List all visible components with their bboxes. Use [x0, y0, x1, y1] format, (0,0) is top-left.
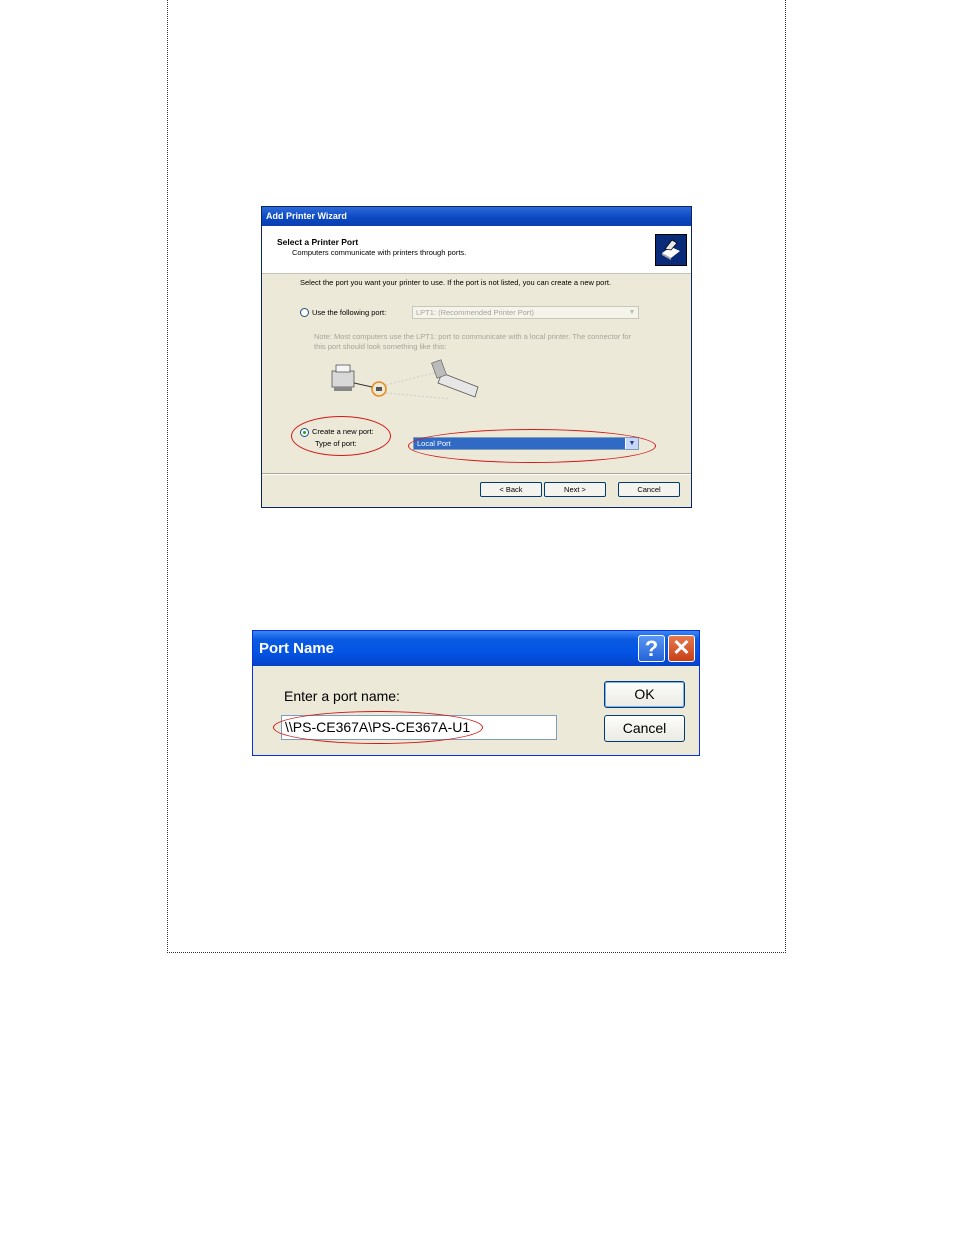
- highlight-ellipse: [408, 429, 656, 463]
- next-button[interactable]: Next >: [544, 482, 606, 497]
- highlight-ellipse: [291, 416, 391, 456]
- use-port-radio[interactable]: [300, 308, 309, 317]
- printer-wizard-icon: [655, 234, 687, 266]
- close-icon: ✕: [672, 635, 691, 660]
- help-icon: ?: [644, 636, 659, 661]
- close-button[interactable]: ✕: [668, 635, 695, 662]
- cancel-button[interactable]: Cancel: [618, 482, 680, 497]
- dialog-title: Port Name: [259, 640, 335, 657]
- highlight-ellipse: [273, 711, 483, 744]
- wizard-header-subtitle: Computers communicate with printers thro…: [292, 248, 467, 257]
- use-port-label[interactable]: Use the following port:: [312, 308, 386, 317]
- chevron-down-icon: ▼: [628, 309, 636, 316]
- separator: [262, 473, 691, 475]
- port-select-value: LPT1: (Recommended Printer Port): [416, 308, 534, 317]
- wizard-header-title: Select a Printer Port: [277, 237, 359, 247]
- port-note: Note: Most computers use the LPT1: port …: [314, 332, 632, 351]
- port-name-dialog: Port Name ? ✕ Enter a port name: \\PS-CE…: [252, 630, 700, 756]
- port-select[interactable]: LPT1: (Recommended Printer Port) ▼: [412, 306, 639, 319]
- back-button[interactable]: < Back: [480, 482, 542, 497]
- wizard-title: Add Printer Wizard: [262, 207, 691, 226]
- port-name-label: Enter a port name:: [284, 688, 400, 704]
- ok-button[interactable]: OK: [604, 681, 685, 708]
- help-button[interactable]: ?: [638, 635, 665, 662]
- add-printer-wizard: Add Printer Wizard Select a Printer Port…: [261, 206, 692, 508]
- dialog-cancel-button[interactable]: Cancel: [604, 715, 685, 742]
- wizard-intro: Select the port you want your printer to…: [300, 278, 612, 287]
- dialog-titlebar: Port Name ? ✕: [253, 631, 699, 666]
- wizard-header: Select a Printer Port Computers communic…: [262, 226, 691, 274]
- lpt-connector-illustration: [330, 357, 500, 405]
